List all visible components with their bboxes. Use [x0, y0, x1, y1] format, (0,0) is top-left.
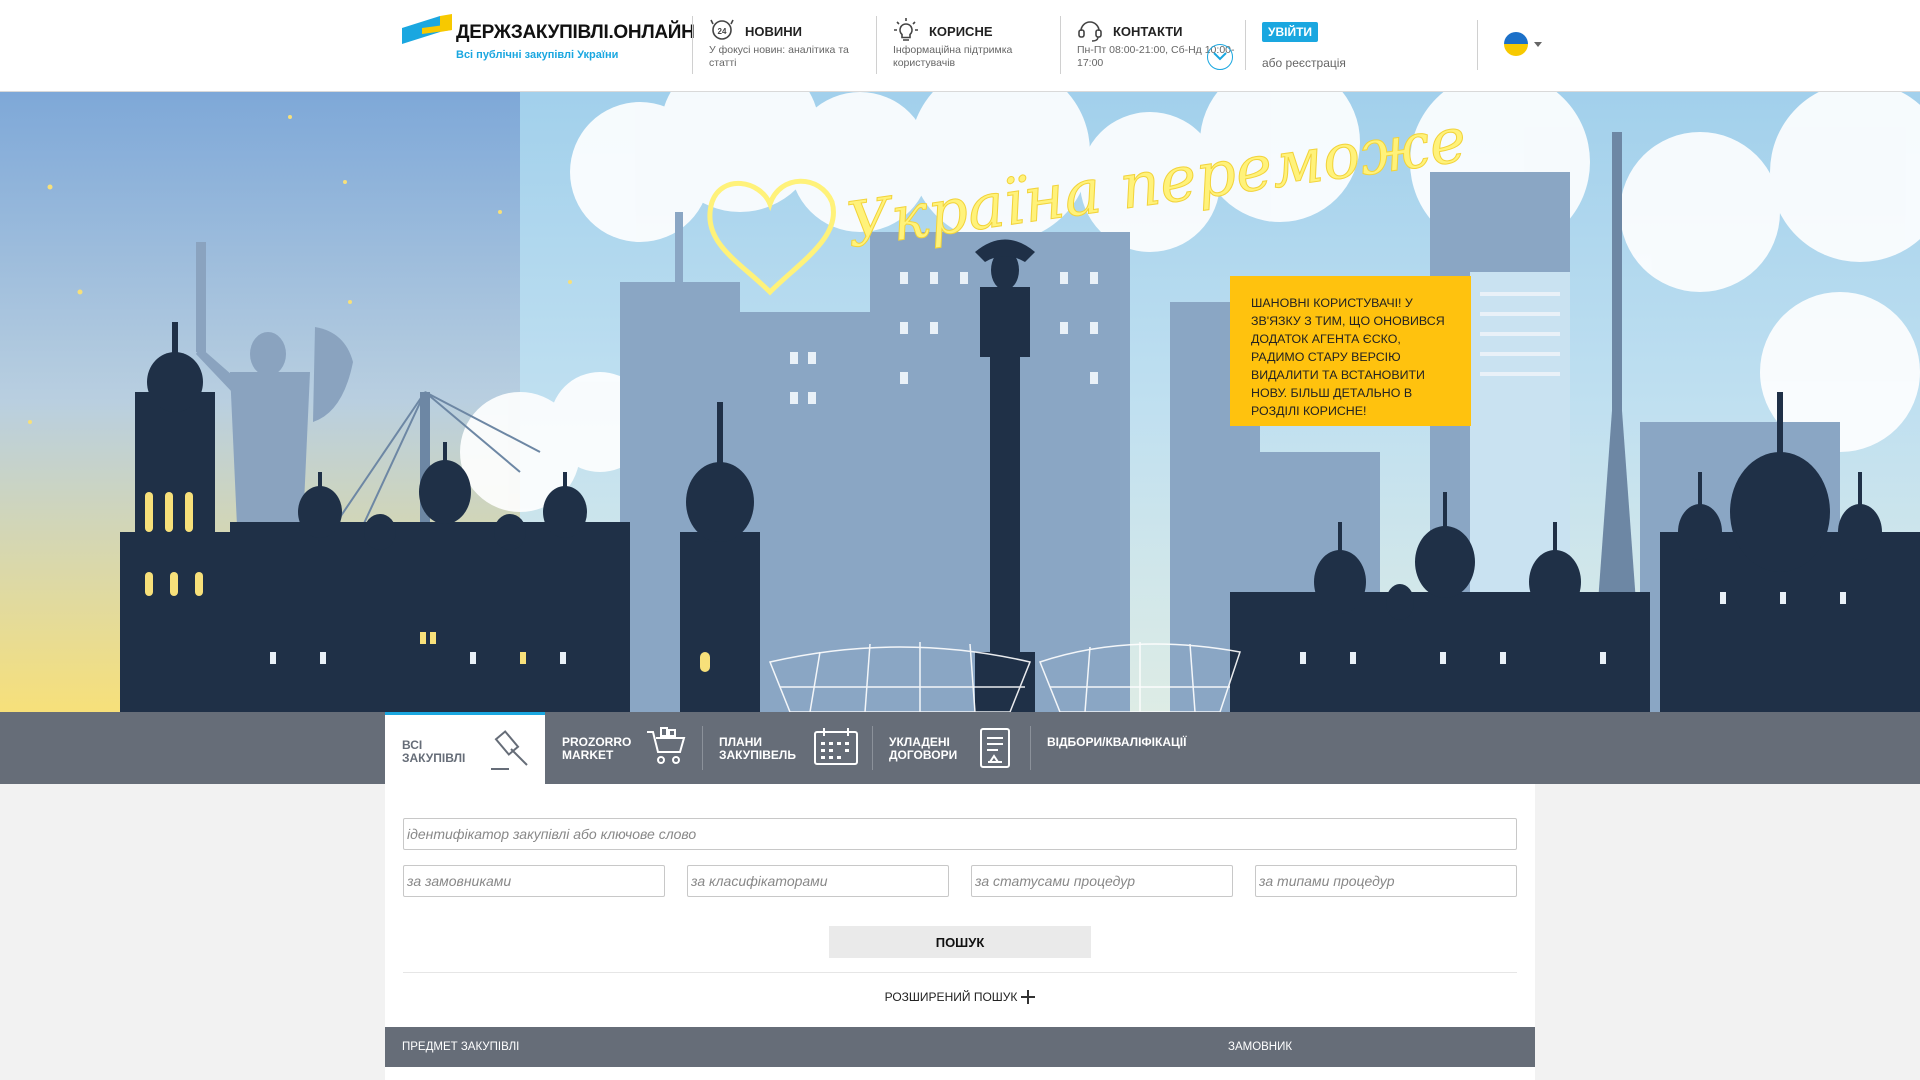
logo-title: ДЕРЖЗАКУПІВЛІ.ОНЛАЙН — [456, 22, 695, 43]
svg-text:24: 24 — [718, 27, 727, 36]
filter-statuses[interactable] — [971, 865, 1233, 897]
nav-contacts-title: КОНТАКТИ — [1113, 24, 1183, 39]
gavel-icon — [491, 730, 528, 770]
filter-procedure-types[interactable] — [1255, 865, 1517, 897]
contract-icon — [980, 728, 1010, 768]
nav-useful-title: КОРИСНЕ — [929, 24, 993, 39]
caret-down-icon — [1534, 42, 1542, 47]
plus-icon — [1021, 990, 1036, 1004]
tab-procurement-plans[interactable]: ПЛАНИ ЗАКУПІВЕЛЬ — [702, 712, 872, 784]
support-headset-icon — [1078, 21, 1102, 42]
auth-box: УВІЙТИ або реєстрація — [1245, 20, 1477, 70]
tab-label: PROZORRO MARKET — [562, 735, 632, 762]
results-table-header: ПРЕДМЕТ ЗАКУПІВЛІ ЗАМОВНИК — [385, 1027, 1535, 1067]
calendar-icon — [814, 728, 858, 765]
cart-icon — [647, 727, 686, 764]
procurement-tabs: ВСІ ЗАКУПІВЛІ PROZORRO MARKET ПЛАНИ ЗАКУ… — [0, 712, 1920, 784]
logo-icon — [402, 14, 452, 44]
nav-news-title: НОВИНИ — [745, 24, 802, 39]
advanced-search-toggle[interactable]: РОЗШИРЕНИЙ ПОШУК — [385, 990, 1535, 1004]
tab-prozorro-market[interactable]: PROZORRO MARKET — [545, 712, 695, 784]
site-logo[interactable]: ДЕРЖЗАКУПІВЛІ.ОНЛАЙН Всі публічні закупі… — [400, 14, 695, 74]
filter-classifiers[interactable] — [687, 865, 949, 897]
column-header-customer: ЗАМОВНИК — [1228, 1041, 1293, 1053]
search-input[interactable] — [403, 818, 1517, 850]
filter-customers[interactable] — [403, 865, 665, 897]
site-header: ДЕРЖЗАКУПІВЛІ.ОНЛАЙН Всі публічні закупі… — [0, 0, 1920, 92]
search-panel: ПОШУК РОЗШИРЕНИЙ ПОШУК ПРЕДМЕТ ЗАКУПІВЛІ… — [385, 784, 1535, 1080]
advanced-search-label: РОЗШИРЕНИЙ ПОШУК — [884, 990, 1018, 1004]
tab-label: ВСІ ЗАКУПІВЛІ — [402, 738, 466, 765]
chevron-down-icon — [1213, 52, 1227, 61]
login-button[interactable]: УВІЙТИ — [1262, 22, 1319, 42]
nav-news-text: У фокусі новин: аналітика та статті — [709, 44, 849, 69]
search-button[interactable]: ПОШУК — [829, 926, 1091, 958]
tab-selections-qualifications[interactable]: ВІДБОРИ/КВАЛІФІКАЦІЇ — [1030, 712, 1210, 784]
nav-useful[interactable]: КОРИСНЕ Інформаційна підтримка користува… — [876, 16, 1060, 74]
language-selector[interactable] — [1477, 20, 1547, 70]
nav-useful-text: Інформаційна підтримка користувачів — [893, 44, 1013, 69]
ukraine-flag-icon — [1504, 32, 1528, 56]
header-expand-button[interactable] — [1207, 44, 1233, 70]
logo-subtitle: Всі публічні закупівлі України — [456, 49, 619, 61]
announcement-notice[interactable]: ШАНОВНІ КОРИСТУВАЧІ! У ЗВ'ЯЗКУ З ТИМ, ЩО… — [1230, 276, 1471, 426]
kyiv-skyline-illustration: Україна переможе — [0, 92, 1920, 712]
news-24-icon: 24 — [710, 19, 734, 40]
tab-label: ВІДБОРИ/КВАЛІФІКАЦІЇ — [1047, 735, 1187, 749]
lightbulb-icon — [894, 18, 918, 41]
tab-label: УКЛАДЕНІ ДОГОВОРИ — [889, 735, 958, 762]
tab-concluded-contracts[interactable]: УКЛАДЕНІ ДОГОВОРИ — [872, 712, 1030, 784]
column-header-subject: ПРЕДМЕТ ЗАКУПІВЛІ — [402, 1041, 520, 1053]
register-link[interactable]: або реєстрація — [1262, 56, 1346, 70]
divider — [403, 972, 1517, 973]
hero-banner: Україна переможе ШАНОВНІ КОРИСТУВАЧІ! У … — [0, 92, 1920, 712]
tab-all-procurements[interactable]: ВСІ ЗАКУПІВЛІ — [385, 712, 545, 784]
nav-news[interactable]: 24 НОВИНИ У фокусі новин: аналітика та с… — [692, 16, 876, 74]
tab-label: ПЛАНИ ЗАКУПІВЕЛЬ — [719, 735, 796, 762]
